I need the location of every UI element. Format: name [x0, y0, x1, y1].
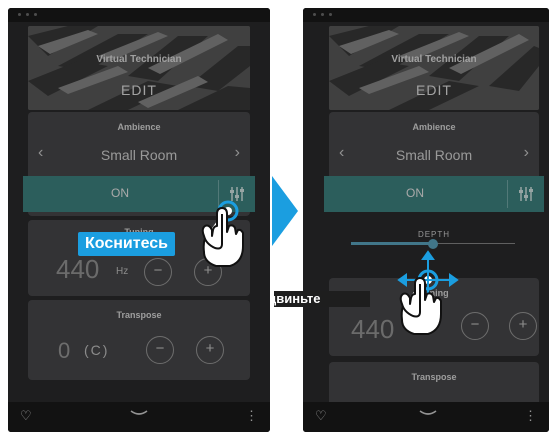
tuning-value: 440	[56, 254, 100, 284]
bottom-nav: ♡ ⋮	[8, 402, 270, 432]
bottom-nav: ♡ ⋮	[303, 402, 549, 432]
ambience-on-toggle[interactable]: ON	[324, 176, 544, 212]
transpose-minus-button[interactable]: −	[146, 336, 174, 364]
tuning-unit: Hz	[116, 266, 129, 277]
menu-icon[interactable]: ⋮	[245, 408, 258, 424]
depth-slider[interactable]	[351, 234, 515, 254]
virtual-technician-card[interactable]: Virtual Technician EDIT	[28, 26, 250, 110]
status-bar	[303, 8, 549, 22]
tuning-minus-button[interactable]: −	[144, 258, 172, 286]
edit-button[interactable]: EDIT	[329, 82, 539, 98]
edit-button[interactable]: EDIT	[28, 82, 250, 98]
ambience-value: Small Room	[100, 147, 178, 163]
transpose-key: (C)	[84, 342, 110, 358]
tuning-panel: Tuning 440 Hz − +	[329, 278, 539, 356]
on-label: ON	[406, 186, 424, 200]
ambience-selector[interactable]: ‹ Small Room ›	[28, 144, 250, 168]
tuning-unit: Hz	[411, 326, 424, 337]
transpose-value: 0	[58, 338, 71, 363]
chevron-right-icon[interactable]: ›	[235, 144, 240, 162]
sliders-icon[interactable]	[508, 176, 544, 212]
tuning-minus-button[interactable]: −	[461, 312, 489, 340]
tuning-plus-button[interactable]: +	[194, 258, 222, 286]
transpose-panel: Transpose 0 (C) − +	[28, 300, 250, 380]
transpose-title: Transpose	[411, 372, 457, 382]
drag-instruction-label: двиньте	[274, 291, 370, 307]
tuning-plus-button[interactable]: +	[509, 312, 537, 340]
chevron-right-icon[interactable]: ›	[524, 144, 529, 162]
menu-icon[interactable]: ⋮	[524, 408, 537, 424]
chevron-down-icon[interactable]	[419, 407, 437, 422]
virtual-technician-card[interactable]: Virtual Technician EDIT	[329, 26, 539, 110]
ambience-panel: Ambience ‹ Small Room › ON	[23, 112, 255, 216]
ambience-title: Ambience	[412, 122, 456, 132]
ambience-value: Small Room	[395, 147, 473, 163]
virtual-technician-title: Virtual Technician	[96, 54, 182, 65]
phone-screen-touch: Virtual Technician EDIT Ambience ‹ Small…	[8, 8, 270, 432]
depth-fill	[351, 242, 433, 245]
virtual-technician-title: Virtual Technician	[391, 54, 477, 65]
tuning-value: 440	[351, 314, 395, 344]
heart-icon[interactable]: ♡	[315, 408, 327, 424]
ambience-panel: Ambience ‹ Small Room › ON DEPTH	[324, 112, 544, 239]
app-screen: Virtual Technician EDIT Ambience ‹ Small…	[303, 8, 549, 432]
arrow-right-icon	[272, 176, 298, 246]
app-screen: Virtual Technician EDIT Ambience ‹ Small…	[8, 8, 270, 432]
status-bar	[8, 8, 270, 22]
ambience-title: Ambience	[117, 122, 161, 132]
heart-icon[interactable]: ♡	[20, 408, 32, 424]
sliders-icon[interactable]	[219, 176, 255, 212]
depth-thumb[interactable]	[428, 239, 438, 249]
on-label: ON	[111, 186, 129, 200]
phone-screen-drag: Virtual Technician EDIT Ambience ‹ Small…	[303, 8, 549, 432]
transpose-plus-button[interactable]: +	[196, 336, 224, 364]
ambience-selector[interactable]: ‹ Small Room ›	[329, 144, 539, 168]
transpose-title: Transpose	[116, 310, 162, 320]
chevron-down-icon[interactable]	[130, 407, 148, 422]
touch-instruction-label: Коснитесь	[78, 232, 175, 256]
ambience-on-toggle[interactable]: ON	[23, 176, 255, 212]
